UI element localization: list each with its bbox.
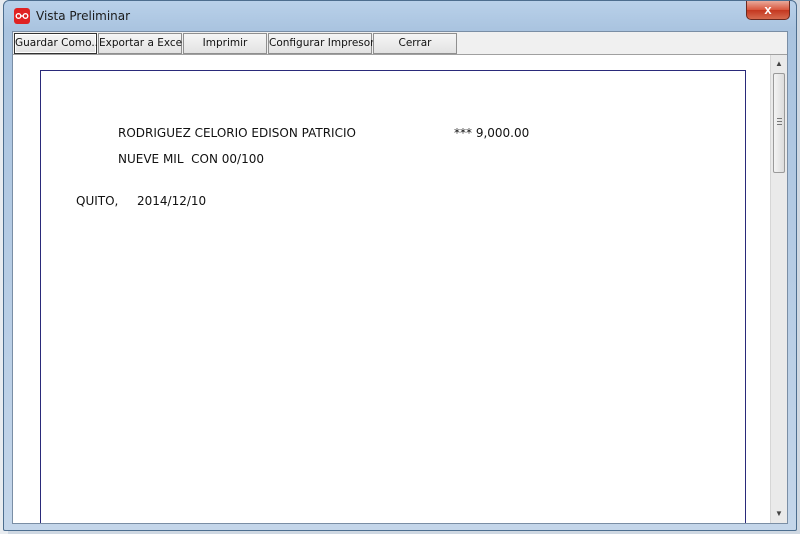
client-area: Guardar Como... Exportar a Excel Imprimi…	[12, 31, 788, 524]
print-button[interactable]: Imprimir	[183, 33, 267, 54]
scroll-thumb[interactable]	[773, 73, 785, 173]
grip-line	[777, 121, 782, 122]
save-as-button[interactable]: Guardar Como...	[14, 33, 101, 54]
preview-pane[interactable]: RODRIGUEZ CELORIO EDISON PATRICIO *** 9,…	[13, 55, 770, 523]
date: 2014/12/10	[137, 194, 207, 208]
grip-line	[777, 118, 782, 119]
toolbar: Guardar Como... Exportar a Excel Imprimi…	[13, 32, 787, 55]
printer-setup-button[interactable]: Configurar Impresora	[268, 33, 381, 54]
close-icon: x	[764, 2, 772, 17]
close-preview-button[interactable]: Cerrar	[373, 33, 457, 54]
city: QUITO,	[76, 194, 119, 208]
vertical-scrollbar[interactable]: ▲ ▼	[770, 55, 787, 523]
export-excel-button[interactable]: Exportar a Excel	[98, 33, 185, 54]
payee-name: RODRIGUEZ CELORIO EDISON PATRICIO	[118, 126, 356, 140]
document-page: RODRIGUEZ CELORIO EDISON PATRICIO *** 9,…	[40, 70, 746, 523]
preview-window: Vista Preliminar x Guardar Como... Expor…	[3, 0, 797, 531]
window-title: Vista Preliminar	[36, 9, 131, 23]
title-bar[interactable]: Vista Preliminar x	[4, 1, 796, 31]
check-amount: *** 9,000.00	[454, 126, 530, 140]
grip-line	[777, 124, 782, 125]
arrow-up-icon[interactable]: ▲	[771, 56, 787, 72]
app-icon	[14, 8, 30, 24]
close-button[interactable]: x	[746, 1, 790, 20]
arrow-down-icon[interactable]: ▼	[771, 506, 787, 522]
amount-in-words: NUEVE MIL CON 00/100	[118, 152, 264, 166]
